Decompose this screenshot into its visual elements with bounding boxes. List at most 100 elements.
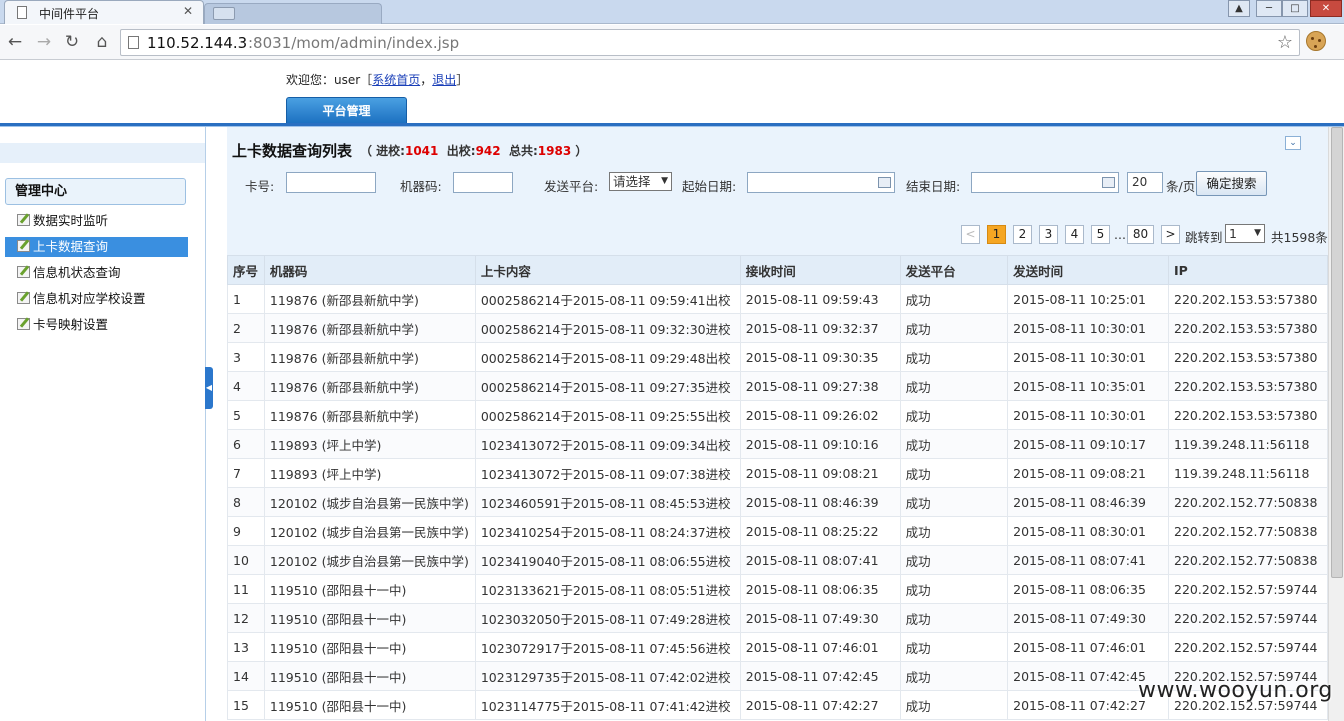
edit-icon: [17, 240, 30, 252]
sidebar-item-machine-school[interactable]: 信息机对应学校设置: [5, 289, 188, 309]
table-row[interactable]: 10 120102 (城步自治县第一民族中学) 1023419040于2015-08…: [227, 545, 1328, 575]
table-cell: 119876 (新邵县新航中学): [263, 400, 476, 430]
sidebar-item-card-mapping[interactable]: 卡号映射设置: [5, 315, 188, 335]
main-content: 上卡数据查询列表 （ 进校:1041 出校:942 总共:1983 ） ⌄ 卡号…: [227, 127, 1328, 721]
tab-close-icon[interactable]: ✕: [183, 4, 193, 18]
machine-label: 机器码:: [400, 179, 442, 194]
table-row[interactable]: 6 119893 (坪上中学) 1023413072于2015-08-11 09:0…: [227, 429, 1328, 459]
platform-select[interactable]: 请选择 ▼: [609, 172, 672, 191]
start-date-input[interactable]: [747, 172, 895, 193]
browser-tab-new[interactable]: [204, 3, 382, 24]
column-header[interactable]: IP: [1168, 255, 1328, 285]
table-cell: 2015-08-11 09:59:43: [739, 284, 901, 314]
last-page-button[interactable]: 80: [1127, 225, 1154, 244]
column-header[interactable]: 发送时间: [1007, 255, 1170, 285]
search-button[interactable]: 确定搜索: [1196, 171, 1267, 196]
home-icon[interactable]: ⌂: [91, 31, 113, 53]
sidebar-item-realtime-monitor[interactable]: 数据实时监听: [5, 211, 188, 231]
table-cell: 3: [227, 342, 265, 372]
table-cell: 15: [227, 690, 265, 720]
table-cell: 6: [227, 429, 265, 459]
maximize-button[interactable]: □: [1282, 0, 1308, 17]
cookie-icon[interactable]: [1306, 31, 1326, 51]
end-date-input[interactable]: [971, 172, 1119, 193]
table-cell: 成功: [899, 603, 1009, 633]
home-link[interactable]: 系统首页: [372, 73, 420, 87]
table-row[interactable]: 2 119876 (新邵县新航中学) 0002586214于2015-08-11 0…: [227, 313, 1328, 343]
close-window-button[interactable]: ✕: [1310, 0, 1342, 17]
panel-collapse-icon[interactable]: ⌄: [1285, 136, 1301, 150]
table-cell: 1023419040于2015-08-11 08:06:55进校: [474, 545, 741, 575]
url-path: :8031/mom/admin/index.jsp: [248, 34, 460, 52]
sidebar-item-machine-status[interactable]: 信息机状态查询: [5, 263, 188, 283]
column-header[interactable]: 序号: [227, 255, 265, 285]
table-row[interactable]: 3 119876 (新邵县新航中学) 0002586214于2015-08-11 0…: [227, 342, 1328, 372]
logout-link[interactable]: 退出: [432, 73, 456, 87]
card-number-input[interactable]: [286, 172, 376, 193]
url-host: 110.52.144.3: [147, 34, 248, 52]
page-title: 上卡数据查询列表: [232, 142, 353, 160]
sidebar-collapse-icon[interactable]: ◀: [205, 367, 213, 409]
column-header[interactable]: 接收时间: [739, 255, 901, 285]
table-cell: 4: [227, 371, 265, 401]
browser-tab-active[interactable]: 中间件平台 ✕: [4, 0, 204, 24]
minimize-button[interactable]: ─: [1256, 0, 1282, 17]
column-header[interactable]: 发送平台: [899, 255, 1009, 285]
tab-platform-management[interactable]: 平台管理: [286, 97, 407, 124]
sidebar-item-label: 信息机状态查询: [33, 265, 121, 280]
table-cell: 8: [227, 487, 265, 517]
page-scrollbar[interactable]: [1328, 127, 1344, 721]
platform-label: 发送平台:: [544, 179, 599, 194]
table-row[interactable]: 13 119510 (邵阳县十一中) 1023072917于2015-08-11 0…: [227, 632, 1328, 662]
column-header[interactable]: 机器码: [263, 255, 476, 285]
table-cell: 119893 (坪上中学): [263, 458, 476, 488]
table-cell: 1: [227, 284, 265, 314]
reload-icon[interactable]: ↻: [61, 31, 83, 53]
table-row[interactable]: 12 119510 (邵阳县十一中) 1023032050于2015-08-11 0…: [227, 603, 1328, 633]
sidebar-item-label: 上卡数据查询: [33, 239, 109, 254]
menu-section-title[interactable]: 管理中心: [5, 178, 186, 205]
page-size-input[interactable]: 20: [1127, 172, 1163, 193]
page-button[interactable]: 4: [1065, 225, 1084, 244]
next-page-button[interactable]: >: [1161, 225, 1180, 244]
table-cell: 2: [227, 313, 265, 343]
table-cell: 2015-08-11 08:30:01: [1007, 516, 1170, 546]
page-button[interactable]: 1: [987, 225, 1006, 244]
calendar-icon[interactable]: [1102, 177, 1115, 188]
table-cell: 120102 (城步自治县第一民族中学): [263, 516, 476, 546]
table-cell: 成功: [899, 661, 1009, 691]
jump-page-select[interactable]: 1 ▼: [1225, 224, 1265, 243]
page-button[interactable]: 5: [1091, 225, 1110, 244]
table-cell: 220.202.152.77:50838: [1168, 487, 1328, 517]
table-cell: 2015-08-11 08:06:35: [1007, 574, 1170, 604]
table-row[interactable]: 7 119893 (坪上中学) 1023413072于2015-08-11 09:0…: [227, 458, 1328, 488]
forward-arrow-icon[interactable]: →: [33, 31, 55, 53]
table-row[interactable]: 4 119876 (新邵县新航中学) 0002586214于2015-08-11 0…: [227, 371, 1328, 401]
table-cell: 成功: [899, 342, 1009, 372]
profile-icon[interactable]: ▲: [1228, 0, 1250, 17]
back-arrow-icon[interactable]: ←: [4, 31, 26, 53]
edit-icon: [17, 292, 30, 304]
stats-out-label: 出校:: [446, 144, 476, 158]
page-button[interactable]: 3: [1039, 225, 1058, 244]
machine-code-input[interactable]: [453, 172, 513, 193]
table-row[interactable]: 9 120102 (城步自治县第一民族中学) 1023410254于2015-08-…: [227, 516, 1328, 546]
table-row[interactable]: 11 119510 (邵阳县十一中) 1023133621于2015-08-11 0…: [227, 574, 1328, 604]
page-button[interactable]: 2: [1013, 225, 1032, 244]
table-row[interactable]: 1 119876 (新邵县新航中学) 0002586214于2015-08-11 0…: [227, 284, 1328, 314]
sidebar-item-card-query[interactable]: 上卡数据查询: [5, 237, 188, 257]
prev-page-button[interactable]: <: [961, 225, 980, 244]
page-icon: [17, 6, 27, 19]
browser-tabstrip: 中间件平台 ✕ ▲ ─ □ ✕: [0, 0, 1344, 24]
bookmark-star-icon[interactable]: ☆: [1277, 32, 1293, 53]
table-cell: 2015-08-11 08:06:35: [739, 574, 901, 604]
table-cell: 5: [227, 400, 265, 430]
table-cell: 成功: [899, 690, 1009, 720]
address-bar[interactable]: 110.52.144.3 :8031/mom/admin/index.jsp ☆: [120, 29, 1300, 56]
column-header[interactable]: 上卡内容: [474, 255, 741, 285]
scrollbar-thumb[interactable]: [1331, 127, 1343, 578]
table-row[interactable]: 5 119876 (新邵县新航中学) 0002586214于2015-08-11 0…: [227, 400, 1328, 430]
table-row[interactable]: 8 120102 (城步自治县第一民族中学) 1023460591于2015-08-…: [227, 487, 1328, 517]
dropdown-arrow-icon: ▼: [1254, 228, 1261, 238]
calendar-icon[interactable]: [878, 177, 891, 188]
